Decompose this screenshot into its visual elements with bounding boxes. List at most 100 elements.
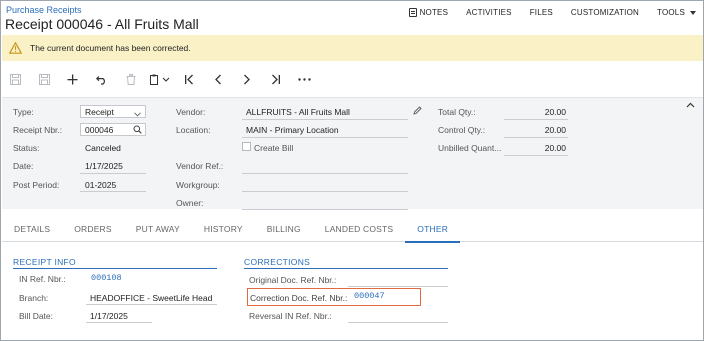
control-qty-label: Control Qty.: — [438, 125, 486, 135]
unbilled-qty-value: 20.00 — [544, 143, 566, 153]
last-record-button[interactable] — [261, 69, 290, 89]
location-value[interactable]: MAIN - Primary Location — [246, 125, 339, 135]
correction-doc-label: Correction Doc. Ref. Nbr.: — [250, 293, 348, 303]
status-label: Status: — [13, 143, 40, 153]
delete-button[interactable] — [116, 69, 145, 89]
tab-bar: DETAILS ORDERS PUT AWAY HISTORY BILLING … — [2, 217, 703, 243]
warning-banner: The current document has been corrected. — [2, 35, 703, 61]
workgroup-label: Workgroup: — [176, 180, 220, 190]
receipt-info-rule — [13, 268, 217, 269]
tools-menu[interactable]: TOOLS — [648, 8, 696, 17]
owner-label: Owner: — [176, 198, 204, 208]
chevron-down-icon — [134, 109, 141, 119]
add-icon — [67, 74, 78, 85]
vendor-ref-field[interactable] — [242, 173, 408, 174]
tools-label: TOOLS — [657, 8, 685, 17]
tab-orders[interactable]: ORDERS — [62, 217, 124, 242]
next-record-icon — [241, 74, 252, 85]
bill-date-label: Bill Date: — [19, 311, 54, 321]
type-label: Type: — [13, 107, 34, 117]
receipt-nbr-input[interactable]: 000046 — [80, 123, 146, 136]
original-doc-field[interactable] — [348, 286, 448, 287]
status-value: Canceled — [85, 143, 121, 153]
notes-link[interactable]: NOTES — [408, 8, 458, 17]
page-title: Receipt 000046 - All Fruits Mall — [5, 16, 199, 32]
in-ref-label: IN Ref. Nbr.: — [19, 274, 66, 284]
workgroup-field[interactable] — [242, 191, 408, 192]
more-button[interactable] — [290, 69, 319, 89]
corrections-heading: CORRECTIONS — [244, 257, 311, 267]
total-qty-value: 20.00 — [544, 107, 566, 117]
original-doc-label: Original Doc. Ref. Nbr.: — [249, 275, 337, 285]
undo-button[interactable] — [87, 69, 116, 89]
location-label: Location: — [176, 125, 211, 135]
save-close-button[interactable] — [30, 69, 59, 89]
notes-label: NOTES — [419, 8, 449, 17]
search-icon — [133, 125, 142, 136]
receipt-nbr-value: 000046 — [85, 125, 114, 135]
create-bill-label: Create Bill — [254, 143, 294, 153]
save-close-icon — [38, 73, 50, 85]
tab-other[interactable]: OTHER — [405, 217, 460, 243]
undo-icon — [95, 74, 108, 85]
correction-doc-link[interactable]: 000047 — [354, 291, 385, 301]
location-field-line — [242, 137, 408, 138]
type-select[interactable]: Receipt — [80, 105, 146, 118]
previous-record-button[interactable] — [204, 69, 233, 89]
tab-landed-costs[interactable]: LANDED COSTS — [313, 217, 406, 242]
type-value: Receipt — [85, 107, 114, 117]
first-record-button[interactable] — [175, 69, 204, 89]
post-period-label: Post Period: — [13, 180, 60, 190]
branch-field-line — [86, 304, 217, 305]
notes-icon — [408, 8, 417, 17]
unbilled-qty-field-line — [504, 155, 568, 156]
date-value[interactable]: 1/17/2025 — [85, 161, 123, 171]
owner-field[interactable] — [242, 209, 408, 210]
corrections-rule — [244, 268, 448, 269]
copy-paste-button[interactable] — [145, 69, 175, 89]
bill-date-value[interactable]: 1/17/2025 — [90, 311, 128, 321]
tab-put-away[interactable]: PUT AWAY — [124, 217, 192, 242]
date-field-line — [80, 173, 146, 174]
tab-billing[interactable]: BILLING — [255, 217, 313, 242]
breadcrumb[interactable]: Purchase Receipts — [6, 5, 82, 15]
vendor-label: Vendor: — [176, 107, 206, 117]
vendor-ref-label: Vendor Ref.: — [176, 161, 224, 171]
create-bill-checkbox[interactable] — [242, 142, 251, 151]
tab-history[interactable]: HISTORY — [192, 217, 255, 242]
banner-message: The current document has been corrected. — [30, 43, 191, 53]
edit-icon[interactable] — [413, 106, 422, 117]
files-link[interactable]: FILES — [521, 8, 562, 17]
toolbar — [1, 65, 703, 93]
previous-record-icon — [213, 74, 224, 85]
first-record-icon — [184, 74, 195, 85]
copy-paste-icon — [149, 74, 170, 85]
vendor-field-line — [242, 119, 408, 120]
save-icon — [9, 73, 21, 85]
chevron-down-icon — [690, 10, 696, 15]
control-qty-value[interactable]: 20.00 — [504, 125, 566, 135]
vendor-value[interactable]: ALLFRUITS - All Fruits Mall — [246, 107, 350, 117]
activities-link[interactable]: ACTIVITIES — [457, 8, 521, 17]
collapse-icon[interactable] — [686, 100, 695, 108]
summary-panel: Type: Receipt Receipt Nbr.: 000046 Statu… — [2, 97, 703, 210]
tab-details[interactable]: DETAILS — [2, 217, 62, 242]
bill-date-field-line — [86, 322, 152, 323]
in-ref-link[interactable]: 000108 — [91, 273, 122, 283]
save-button[interactable] — [1, 69, 30, 89]
post-period-value[interactable]: 01-2025 — [85, 180, 116, 190]
reversal-in-field[interactable] — [348, 322, 448, 323]
warning-icon — [9, 42, 22, 54]
more-icon — [298, 77, 311, 81]
receipt-info-heading: RECEIPT INFO — [13, 257, 76, 267]
customization-link[interactable]: CUSTOMIZATION — [562, 8, 648, 17]
total-qty-label: Total Qty.: — [438, 107, 476, 117]
app-window: Purchase Receipts Receipt 000046 - All F… — [0, 0, 704, 341]
post-period-field-line — [80, 191, 146, 192]
add-button[interactable] — [59, 69, 88, 89]
branch-value[interactable]: HEADOFFICE - SweetLife Head — [90, 293, 212, 303]
branch-label: Branch: — [19, 293, 49, 303]
control-qty-field-line — [504, 137, 568, 138]
top-links: NOTES ACTIVITIES FILES CUSTOMIZATION TOO… — [408, 8, 696, 17]
next-record-button[interactable] — [233, 69, 262, 89]
